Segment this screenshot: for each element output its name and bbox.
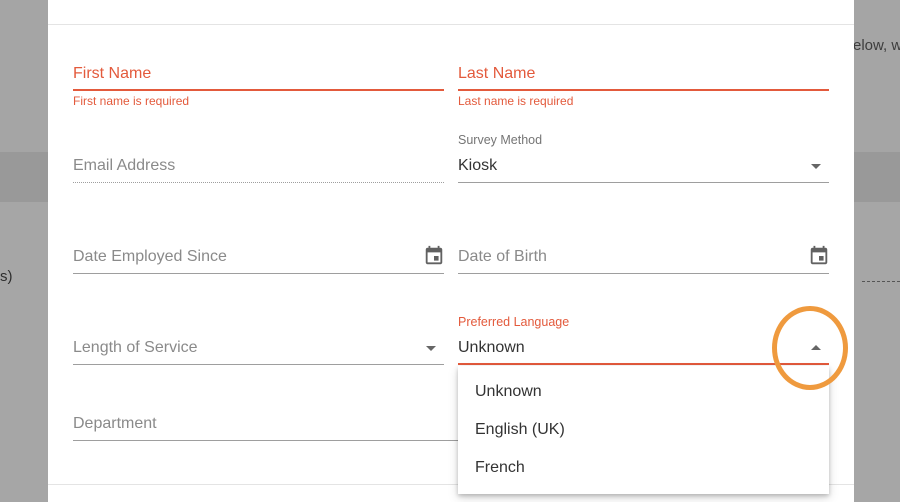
first-name-label: First Name	[73, 65, 152, 82]
chevron-down-icon	[811, 164, 821, 169]
background-divider	[862, 281, 900, 282]
survey-method-label: Survey Method	[458, 133, 543, 147]
preferred-language-label: Preferred Language	[458, 315, 570, 329]
background-text: s)	[0, 268, 13, 285]
email-placeholder: Email Address	[73, 157, 176, 174]
dropdown-option-french[interactable]: French	[458, 449, 829, 487]
length-of-service-placeholder: Length of Service	[73, 339, 198, 356]
first-name-field[interactable]: First Name First name is required	[73, 62, 444, 110]
first-name-error: First name is required	[73, 94, 190, 108]
survey-method-underline	[458, 182, 829, 183]
dialog-header	[48, 0, 854, 25]
calendar-icon[interactable]	[808, 245, 830, 267]
preferred-language-value: Unknown	[458, 339, 525, 356]
email-underline	[73, 182, 444, 183]
date-employed-field[interactable]: Date Employed Since	[73, 244, 444, 274]
length-of-service-underline	[73, 364, 444, 365]
preferred-language-dropdown: Unknown English (UK) French	[458, 366, 829, 494]
date-employed-placeholder: Date Employed Since	[73, 248, 227, 265]
email-field[interactable]: Email Address	[73, 154, 444, 184]
date-employed-underline	[73, 273, 444, 274]
last-name-error: Last name is required	[458, 94, 574, 108]
date-of-birth-underline	[458, 273, 829, 274]
highlight-circle	[772, 306, 848, 390]
dropdown-option-unknown[interactable]: Unknown	[458, 373, 829, 411]
survey-method-value: Kiosk	[458, 157, 498, 174]
preferred-language-underline	[458, 363, 829, 365]
length-of-service-select[interactable]: Length of Service	[73, 335, 444, 365]
last-name-field[interactable]: Last Name Last name is required	[458, 62, 829, 110]
department-placeholder: Department	[73, 415, 157, 432]
date-of-birth-placeholder: Date of Birth	[458, 248, 547, 265]
survey-method-select[interactable]: Survey Method Kiosk	[458, 132, 829, 184]
first-name-underline	[73, 89, 444, 91]
background-text: elow, w	[853, 37, 900, 54]
chevron-down-icon	[426, 346, 436, 351]
calendar-icon[interactable]	[423, 245, 445, 267]
department-field[interactable]: Department	[73, 412, 483, 442]
last-name-label: Last Name	[458, 65, 536, 82]
last-name-underline	[458, 89, 829, 91]
department-underline	[73, 440, 483, 441]
dropdown-option-english-uk[interactable]: English (UK)	[458, 411, 829, 449]
date-of-birth-field[interactable]: Date of Birth	[458, 244, 829, 274]
